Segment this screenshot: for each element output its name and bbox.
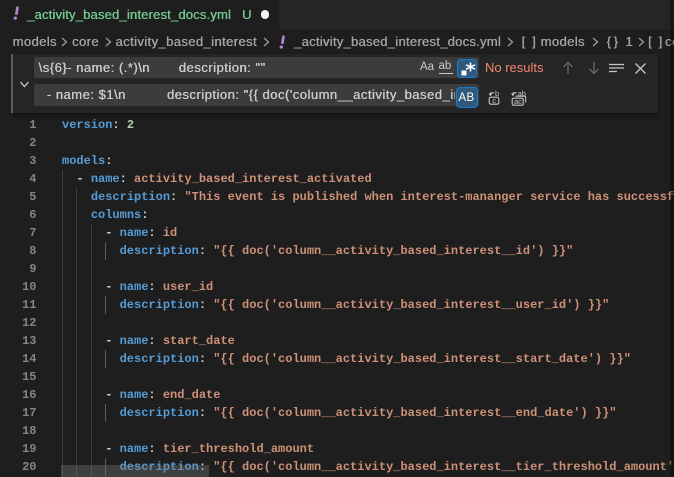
svg-text:ac: ac xyxy=(514,97,522,106)
svg-text:c: c xyxy=(492,96,496,105)
